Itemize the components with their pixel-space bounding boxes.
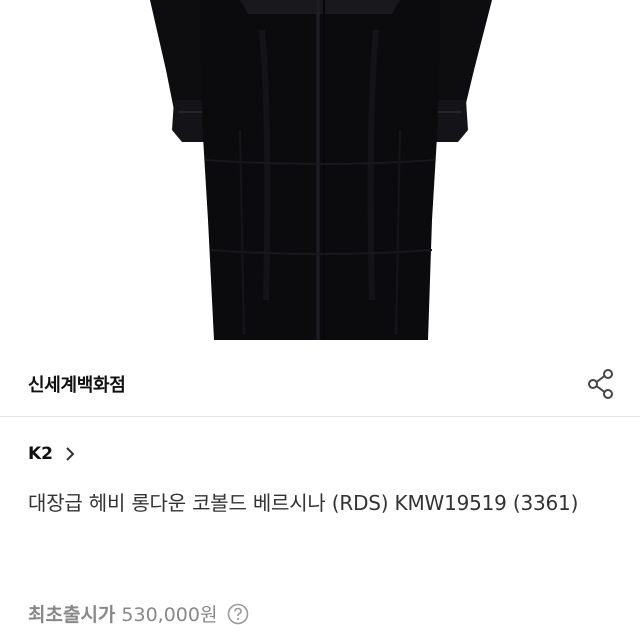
price-value: 530,000원 xyxy=(121,604,218,626)
coat-illustration xyxy=(150,0,492,340)
share-icon xyxy=(588,369,613,399)
price-row: 최초출시가 530,000원 xyxy=(28,600,249,627)
seller-bar: 신세계백화점 xyxy=(0,352,640,416)
seller-name[interactable]: 신세계백화점 xyxy=(28,371,126,397)
brand-name: K2 xyxy=(28,444,54,464)
product-detail-page: 신세계백화점 K2 대장급 헤비 롱다운 코볼드 베르시나 (RDS) KMW1… xyxy=(0,0,640,640)
section-divider xyxy=(0,416,640,417)
chevron-right-icon xyxy=(65,447,75,461)
brand-link[interactable]: K2 xyxy=(28,444,75,464)
price-label: 최초출시가 xyxy=(28,604,116,626)
product-title: 대장급 헤비 롱다운 코볼드 베르시나 (RDS) KMW19519 (3361… xyxy=(28,491,579,515)
product-image[interactable] xyxy=(0,0,640,352)
share-button[interactable] xyxy=(584,367,618,401)
question-circle-icon[interactable] xyxy=(227,603,249,625)
